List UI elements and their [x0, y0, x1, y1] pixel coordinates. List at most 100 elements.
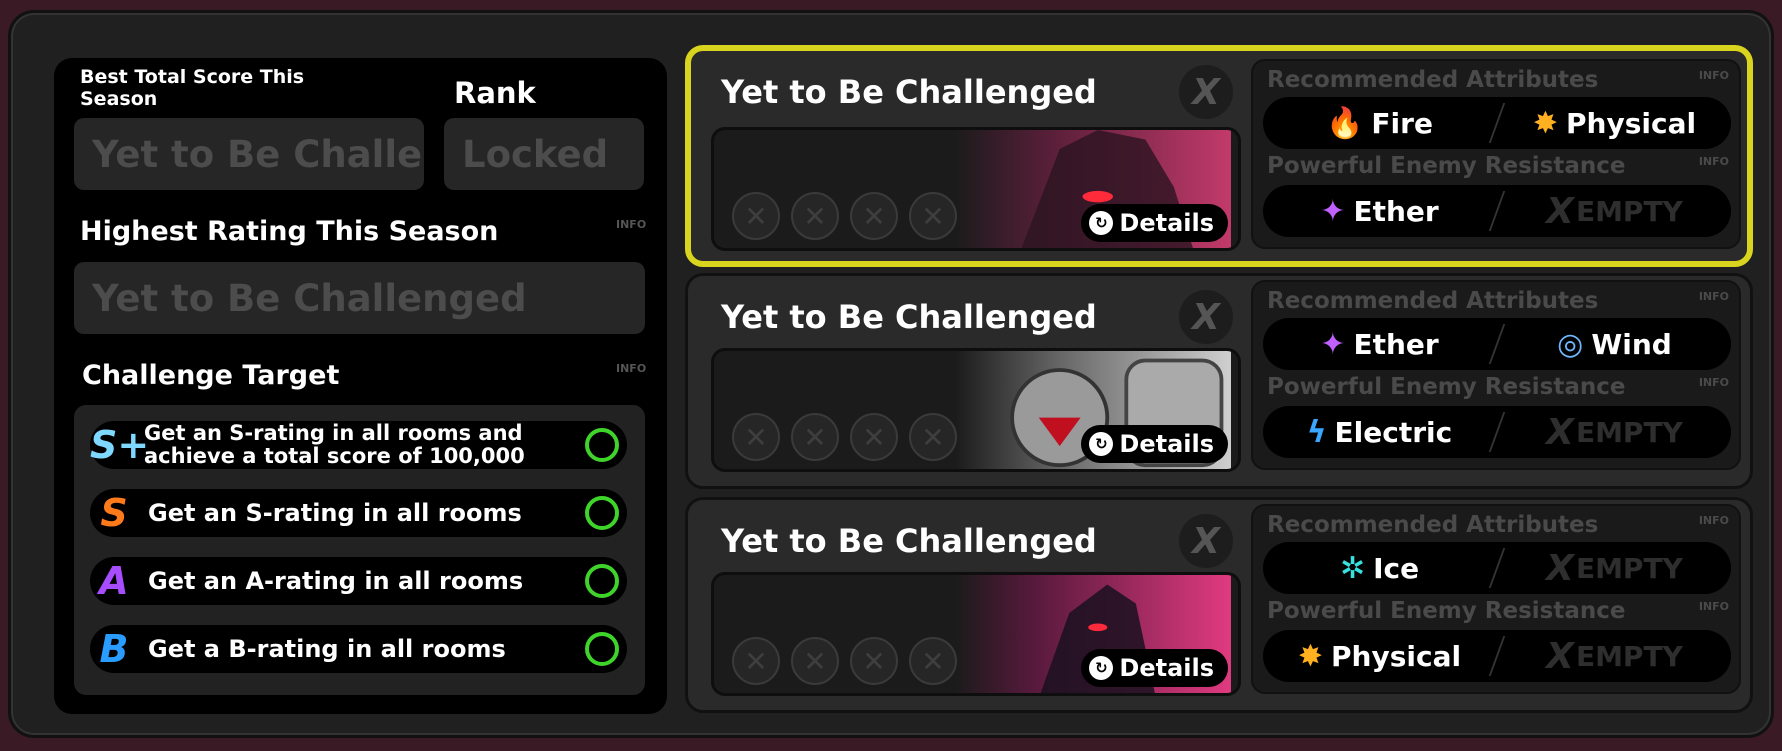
highest-rating-info-button[interactable]: INFO [616, 218, 646, 231]
details-icon: ↻ [1089, 211, 1114, 235]
attribute-ether: ✦ Ether [1320, 326, 1439, 362]
fire-icon: 🔥 [1326, 105, 1364, 141]
target-row-s: S Get an S-rating in all rooms [90, 489, 627, 537]
challenge-target-info-button[interactable]: INFO [616, 362, 646, 375]
best-total-score-value: Yet to Be Challenged [74, 118, 424, 190]
target-text: Get an S-rating in all rooms and achieve… [144, 421, 525, 468]
target-text: Get a B-rating in all rooms [148, 635, 506, 663]
enemy-resistance-label: Powerful Enemy Resistance [1267, 153, 1626, 179]
clear-squad-button[interactable]: X [1179, 290, 1233, 344]
enemy-resistance-label: Powerful Enemy Resistance [1267, 374, 1626, 400]
a-grade-icon: A [99, 559, 129, 603]
details-icon: ↻ [1089, 656, 1114, 680]
empty-agent-slot[interactable]: ✕ [909, 413, 957, 461]
resistance-empty: X EMPTY [1546, 411, 1683, 453]
physical-icon: ✸ [1297, 638, 1324, 674]
recommended-attributes-label: Recommended Attributes [1267, 512, 1599, 538]
empty-x-icon: X [1546, 190, 1574, 232]
details-button[interactable]: ↻ Details [1081, 649, 1228, 687]
empty-agent-slot[interactable]: ✕ [791, 192, 839, 240]
empty-agent-slot[interactable]: ✕ [732, 413, 780, 461]
enemy-resistance-label: Powerful Enemy Resistance [1267, 598, 1626, 624]
challenge-card-3[interactable]: Yet to Be Challenged X ✕ ✕ ✕ ✕ ↻ Details… [685, 497, 1753, 713]
incomplete-ring-icon [585, 632, 619, 666]
season-summary-panel: Best Total Score This Season Yet to Be C… [54, 58, 667, 714]
empty-agent-slot[interactable]: ✕ [850, 413, 898, 461]
details-label: Details [1119, 209, 1214, 237]
recommended-attributes-label: Recommended Attributes [1267, 67, 1599, 93]
details-button[interactable]: ↻ Details [1081, 425, 1228, 463]
ether-icon: ✦ [1320, 193, 1346, 229]
incomplete-ring-icon [585, 496, 619, 530]
empty-agent-slot[interactable]: ✕ [909, 192, 957, 240]
enemy-portrait: ✕ ✕ ✕ ✕ ↻ Details [711, 572, 1241, 696]
rank-label: Rank [454, 76, 536, 110]
empty-agent-slot[interactable]: ✕ [791, 413, 839, 461]
resistance-info-button[interactable]: INFO [1699, 376, 1729, 389]
attribute-fire: 🔥 Fire [1326, 105, 1433, 141]
details-icon: ↻ [1089, 432, 1114, 456]
clear-squad-button[interactable]: X [1179, 65, 1233, 119]
recommended-info-button[interactable]: INFO [1699, 69, 1729, 82]
empty-agent-slot[interactable]: ✕ [850, 192, 898, 240]
enemy-resistances: ✦ Ether X EMPTY [1263, 185, 1731, 237]
empty-agent-slot[interactable]: ✕ [732, 192, 780, 240]
recommended-info-button[interactable]: INFO [1699, 514, 1729, 527]
challenge-card-2[interactable]: Yet to Be Challenged X ✕ ✕ ✕ ✕ ↻ Details… [685, 273, 1753, 489]
incomplete-ring-icon [585, 564, 619, 598]
attribute-panel: Recommended Attributes INFO ✲ Ice X EMPTY … [1251, 504, 1741, 694]
card-title: Yet to Be Challenged [721, 298, 1097, 336]
empty-agent-slot[interactable]: ✕ [732, 637, 780, 685]
clear-squad-button[interactable]: X [1179, 514, 1233, 568]
empty-x-icon: X [1546, 411, 1574, 453]
details-button[interactable]: ↻ Details [1081, 204, 1228, 242]
attribute-physical: ✸ Physical [1532, 105, 1697, 141]
resistance-electric: ϟ Electric [1306, 414, 1453, 450]
target-row-a: A Get an A-rating in all rooms [90, 557, 627, 605]
s-plus-grade-icon: S+ [90, 423, 150, 467]
empty-x-icon: X [1546, 635, 1574, 677]
enemy-resistances: ✸ Physical X EMPTY [1263, 630, 1731, 682]
empty-agent-slot[interactable]: ✕ [909, 637, 957, 685]
resistance-empty: X EMPTY [1546, 635, 1683, 677]
ice-icon: ✲ [1339, 550, 1366, 586]
recommended-attributes: 🔥 Fire ✸ Physical [1263, 97, 1731, 149]
physical-icon: ✸ [1532, 105, 1559, 141]
recommended-attributes: ✲ Ice X EMPTY [1263, 542, 1731, 594]
rank-value: Locked [444, 118, 644, 190]
s-grade-icon: S [100, 491, 128, 535]
wind-icon: ◎ [1557, 326, 1584, 362]
resistance-info-button[interactable]: INFO [1699, 155, 1729, 168]
challenge-target-list: S+ Get an S-rating in all rooms and achi… [74, 405, 645, 695]
incomplete-ring-icon [585, 428, 619, 462]
electric-icon: ϟ [1306, 414, 1327, 450]
empty-agent-slot[interactable]: ✕ [791, 637, 839, 685]
target-text: Get an S-rating in all rooms [148, 499, 522, 527]
attribute-panel: Recommended Attributes INFO 🔥 Fire ✸ Physi… [1251, 59, 1741, 249]
enemy-portrait: ✕ ✕ ✕ ✕ ↻ Details [711, 348, 1241, 472]
target-row-b: B Get a B-rating in all rooms [90, 625, 627, 673]
attribute-wind: ◎ Wind [1557, 326, 1672, 362]
challenge-frame: Best Total Score This Season Yet to Be C… [8, 10, 1774, 738]
attribute-panel: Recommended Attributes INFO ✦ Ether ◎ Wind… [1251, 280, 1741, 470]
empty-agent-slot[interactable]: ✕ [850, 637, 898, 685]
challenge-card-1[interactable]: Yet to Be Challenged X ✕ ✕ ✕ ✕ ↻ Details… [685, 45, 1753, 267]
target-row-s-plus: S+ Get an S-rating in all rooms and achi… [90, 421, 627, 469]
empty-x-icon: X [1546, 547, 1574, 589]
recommended-attributes-label: Recommended Attributes [1267, 288, 1599, 314]
attribute-ice: ✲ Ice [1339, 550, 1420, 586]
resistance-physical: ✸ Physical [1297, 638, 1462, 674]
b-grade-icon: B [99, 627, 129, 671]
enemy-resistances: ϟ Electric X EMPTY [1263, 406, 1731, 458]
best-total-score-label: Best Total Score This Season [80, 66, 305, 110]
recommended-info-button[interactable]: INFO [1699, 290, 1729, 303]
details-label: Details [1119, 654, 1214, 682]
card-title: Yet to Be Challenged [721, 73, 1097, 111]
resistance-ether: ✦ Ether [1320, 193, 1439, 229]
attribute-empty: X EMPTY [1546, 547, 1683, 589]
resistance-info-button[interactable]: INFO [1699, 600, 1729, 613]
highest-rating-value: Yet to Be Challenged [74, 262, 645, 334]
ether-icon: ✦ [1320, 326, 1346, 362]
details-label: Details [1119, 430, 1214, 458]
recommended-attributes: ✦ Ether ◎ Wind [1263, 318, 1731, 370]
